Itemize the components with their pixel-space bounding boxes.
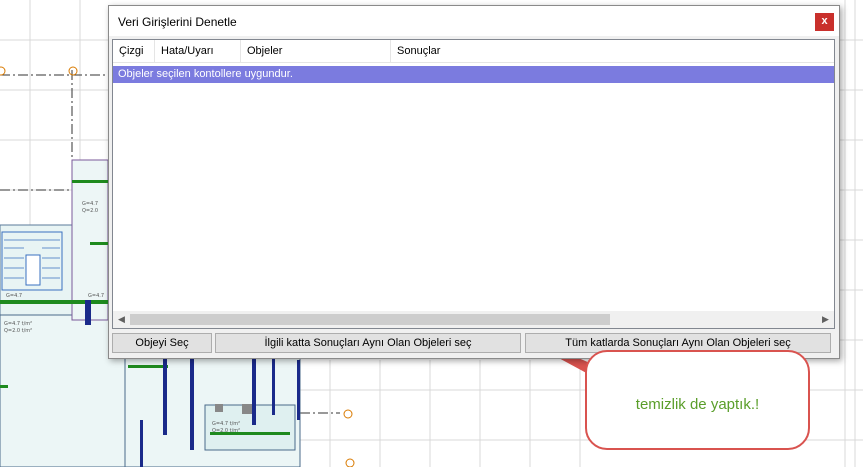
scroll-right-icon[interactable]: ▶ (817, 311, 834, 328)
annotation-callout: temizlik de yaptık.! (585, 350, 810, 450)
svg-text:Q=2.0: Q=2.0 (82, 208, 98, 214)
scrollbar-thumb[interactable] (130, 314, 610, 325)
column-header-line[interactable]: Çizgi (113, 40, 155, 62)
svg-text:G=4.7: G=4.7 (6, 293, 22, 299)
scroll-left-icon[interactable]: ◀ (113, 311, 130, 328)
dialog-title: Veri Girişlerini Denetle (118, 15, 237, 29)
horizontal-scrollbar[interactable]: ◀ ▶ (113, 311, 834, 328)
list-item[interactable]: Objeler seçilen kontollere uygundur. (113, 66, 834, 83)
column-header-objects[interactable]: Objeler (241, 40, 391, 62)
list-header: Çizgi Hata/Uyarı Objeler Sonuçlar (113, 40, 834, 63)
dialog-titlebar[interactable]: Veri Girişlerini Denetle x (109, 6, 839, 36)
close-button[interactable]: x (815, 13, 834, 31)
column-header-error-warning[interactable]: Hata/Uyarı (155, 40, 241, 62)
svg-text:G=4.7: G=4.7 (82, 201, 98, 207)
column-header-results[interactable]: Sonuçlar (391, 40, 834, 62)
close-icon: x (821, 15, 828, 27)
svg-text:Q=2.0 t/m²: Q=2.0 t/m² (212, 428, 240, 434)
select-same-floor-button[interactable]: İlgili katta Sonuçları Aynı Olan Objeler… (215, 333, 521, 353)
results-list[interactable]: Çizgi Hata/Uyarı Objeler Sonuçlar Objele… (112, 39, 835, 329)
select-object-button[interactable]: Objeyi Seç (112, 333, 212, 353)
validation-dialog: Veri Girişlerini Denetle x Çizgi Hata/Uy… (108, 5, 840, 359)
svg-text:G=4.7: G=4.7 (88, 293, 104, 299)
svg-text:G=4.7 t/m²: G=4.7 t/m² (4, 321, 32, 327)
svg-text:Q=2.0 t/m²: Q=2.0 t/m² (4, 328, 32, 334)
svg-text:G=4.7 t/m²: G=4.7 t/m² (212, 421, 240, 427)
annotation-text: temizlik de yaptık.! (635, 396, 760, 413)
